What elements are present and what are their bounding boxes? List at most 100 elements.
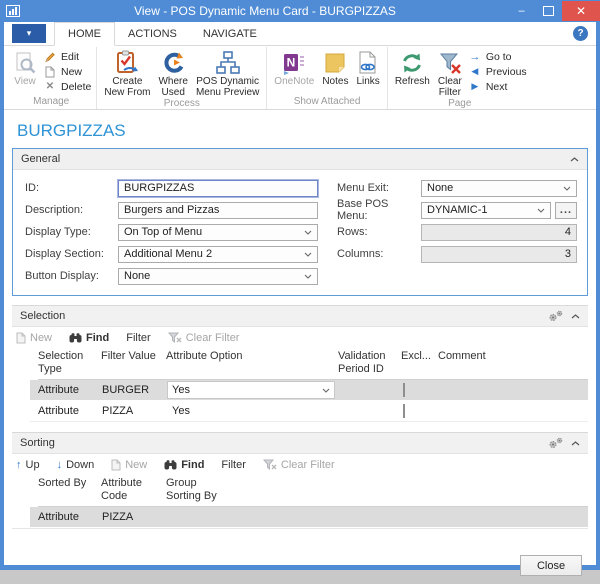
settings-gears-icon[interactable]: [548, 437, 564, 449]
sorting-new-button[interactable]: New: [111, 459, 147, 471]
col-excluded[interactable]: Excl...: [401, 350, 438, 363]
collapse-chevron-icon[interactable]: [571, 313, 580, 319]
cell-sorted-by: Attribute: [38, 511, 79, 523]
sorting-down-button[interactable]: ↓ Down: [57, 459, 95, 471]
collapse-chevron-icon[interactable]: [570, 156, 579, 162]
create-new-from-button[interactable]: Create New From: [100, 47, 154, 98]
display-section-label: Display Section:: [25, 248, 104, 260]
col-validation-period[interactable]: Validation Period ID: [338, 350, 401, 376]
view-button[interactable]: View: [9, 47, 41, 87]
chevron-down-icon: [322, 388, 330, 393]
help-button[interactable]: ?: [573, 26, 588, 41]
display-type-value: On Top of Menu: [124, 226, 203, 238]
columns-field: 3: [421, 245, 577, 263]
selection-row-2[interactable]: Attribute PIZZA Yes: [30, 401, 588, 422]
display-section-select[interactable]: Additional Menu 2: [118, 245, 318, 263]
sorting-clear-filter-button[interactable]: Clear Filter: [262, 458, 335, 471]
selection-clear-filter-button[interactable]: Clear Filter: [167, 331, 240, 344]
maximize-button[interactable]: [535, 1, 562, 21]
menu-exit-select[interactable]: None: [421, 179, 577, 197]
description-field[interactable]: Burgers and Pizzas: [118, 201, 318, 219]
sorting-toolbar: ↑ Up ↓ Down New Find Filter Clear Filter: [12, 454, 588, 475]
sorting-up-button[interactable]: ↑ Up: [16, 459, 40, 471]
cell-selection-type: Attribute: [38, 384, 79, 396]
assist-edit-button[interactable]: ...: [555, 201, 577, 219]
refresh-icon: [400, 49, 424, 76]
col-filter-value[interactable]: Filter Value: [101, 350, 166, 363]
settings-gears-icon[interactable]: [548, 310, 564, 322]
app-menu-button[interactable]: ▾: [12, 24, 46, 43]
sorting-filter-label: Filter: [221, 458, 246, 471]
col-attribute-code[interactable]: Attribute Code: [101, 477, 166, 503]
selection-clear-filter-label: Clear Filter: [185, 331, 240, 344]
next-button[interactable]: ▶ Next: [468, 79, 527, 94]
delete-button[interactable]: ✕ Delete: [43, 79, 92, 94]
tab-navigate[interactable]: NAVIGATE: [190, 22, 270, 45]
selection-new-button[interactable]: New: [16, 332, 52, 344]
col-attribute-option[interactable]: Attribute Option: [166, 350, 338, 363]
cell-excluded: [402, 383, 439, 397]
button-display-select[interactable]: None: [118, 267, 318, 285]
general-fasttab: General ID: BURGPIZZAS Description: Burg…: [12, 148, 588, 296]
tab-home[interactable]: HOME: [54, 22, 115, 46]
selection-find-label: Find: [86, 331, 110, 344]
sorting-up-label: Up: [25, 458, 40, 471]
selection-section-header[interactable]: Selection: [12, 305, 588, 327]
onenote-button[interactable]: N OneNote: [270, 47, 318, 87]
minimize-button[interactable]: –: [508, 1, 535, 21]
menu-exit-value: None: [427, 182, 454, 194]
pos-dynamic-menu-preview-button[interactable]: POS Dynamic Menu Preview: [192, 47, 263, 98]
sorting-filter-button[interactable]: Filter: [221, 459, 245, 471]
view-label: View: [14, 76, 36, 87]
col-comment[interactable]: Comment: [438, 350, 588, 363]
selection-filter-button[interactable]: Filter: [126, 332, 150, 344]
rows-label: Rows:: [337, 226, 368, 238]
up-arrow-icon: ↑: [16, 458, 22, 471]
links-button[interactable]: Links: [352, 47, 383, 87]
description-label: Description:: [25, 204, 84, 216]
clear-filter-button[interactable]: Clear Filter: [434, 47, 466, 98]
base-pos-menu-select[interactable]: DYNAMIC-1: [421, 201, 551, 219]
new-button[interactable]: New: [43, 64, 91, 79]
ribbon-group-page: Refresh Clear Filter → Go to ◀ Previous …: [386, 47, 532, 109]
col-selection-type[interactable]: Selection Type: [38, 350, 101, 376]
base-pos-menu-value: DYNAMIC-1: [427, 204, 488, 216]
col-sorted-by[interactable]: Sorted By: [38, 477, 101, 490]
previous-button[interactable]: ◀ Previous: [468, 64, 526, 79]
selection-row-1[interactable]: Attribute BURGER Yes: [30, 380, 588, 401]
general-header[interactable]: General: [13, 149, 587, 170]
app-chart-icon: [6, 4, 22, 18]
close-button[interactable]: Close: [520, 555, 582, 576]
button-display-label: Button Display:: [25, 270, 99, 282]
sorting-clear-filter-label: Clear Filter: [280, 458, 335, 471]
new-page-icon: [16, 332, 26, 344]
excluded-checkbox[interactable]: [403, 404, 405, 418]
selection-find-button[interactable]: Find: [69, 332, 109, 344]
excluded-checkbox[interactable]: [403, 383, 405, 397]
notes-button[interactable]: Notes: [318, 47, 352, 87]
display-type-select[interactable]: On Top of Menu: [118, 223, 318, 241]
edit-button[interactable]: Edit: [43, 49, 91, 64]
links-label: Links: [356, 76, 380, 87]
goto-button[interactable]: → Go to: [468, 49, 527, 64]
collapse-chevron-icon[interactable]: [571, 440, 580, 446]
clear-filter-label2: Filter: [438, 87, 461, 98]
selection-table-header: Selection Type Filter Value Attribute Opt…: [38, 348, 588, 380]
tab-actions[interactable]: ACTIONS: [115, 22, 190, 45]
menu-exit-label: Menu Exit:: [337, 182, 389, 194]
columns-value: 3: [564, 248, 571, 260]
next-label: Next: [485, 80, 508, 93]
pencil-icon: [43, 51, 57, 63]
col-group-sorting-by[interactable]: Group Sorting By: [166, 477, 588, 503]
where-used-label1: Where: [158, 76, 188, 87]
create-new-from-label1: Create: [112, 76, 143, 87]
where-used-button[interactable]: Where Used: [154, 47, 191, 98]
close-window-button[interactable]: ✕: [562, 1, 600, 21]
sorting-row-1[interactable]: Attribute PIZZA: [30, 507, 588, 528]
sorting-section-header[interactable]: Sorting: [12, 432, 588, 454]
display-type-label: Display Type:: [25, 226, 91, 238]
id-field[interactable]: BURGPIZZAS: [117, 178, 319, 198]
sorting-find-button[interactable]: Find: [164, 459, 204, 471]
attribute-option-dropdown[interactable]: Yes: [167, 381, 335, 399]
refresh-button[interactable]: Refresh: [391, 47, 434, 87]
